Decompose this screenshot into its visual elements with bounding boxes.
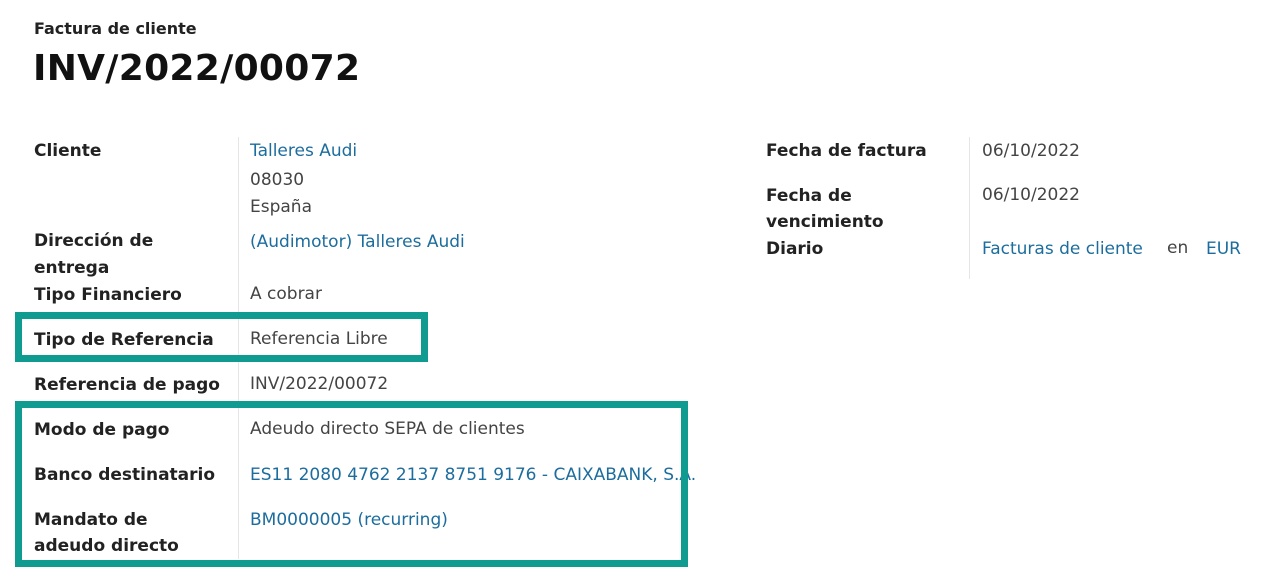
- cliente-name-link[interactable]: Talleres Audi: [250, 138, 357, 165]
- direccion-entrega-label-line1: Dirección de: [34, 231, 154, 251]
- direccion-entrega-link[interactable]: (Audimotor) Talleres Audi: [250, 229, 465, 256]
- payment-details-highlight: [15, 401, 688, 567]
- tipo-financiero-value: A cobrar: [250, 284, 322, 304]
- referencia-pago-value[interactable]: INV/2022/00072: [250, 371, 388, 398]
- cliente-country: España: [250, 197, 312, 217]
- fecha-vencimiento-label-line1: Fecha de: [766, 186, 852, 206]
- fecha-vencimiento-value[interactable]: 06/10/2022: [982, 182, 1080, 209]
- tipo-financiero-label: Tipo Financiero: [34, 285, 182, 305]
- fecha-vencimiento-label-line2: vencimiento: [766, 212, 884, 232]
- invoice-number-title: INV/2022/00072: [33, 48, 361, 89]
- tipo-referencia-highlight: [15, 312, 428, 362]
- diario-label: Diario: [766, 239, 824, 259]
- currency-link[interactable]: EUR: [1206, 236, 1241, 263]
- diario-en-label: en: [1167, 238, 1189, 258]
- fecha-factura-label: Fecha de factura: [766, 141, 927, 161]
- fecha-factura-value[interactable]: 06/10/2022: [982, 138, 1080, 165]
- right-column-divider: [969, 137, 970, 279]
- referencia-pago-label: Referencia de pago: [34, 375, 220, 395]
- cliente-zip: 08030: [250, 170, 305, 190]
- cliente-label: Cliente: [34, 141, 102, 161]
- document-type-label: Factura de cliente: [34, 19, 197, 38]
- direccion-entrega-label-line2: entrega: [34, 258, 110, 278]
- diario-link[interactable]: Facturas de cliente: [982, 236, 1143, 263]
